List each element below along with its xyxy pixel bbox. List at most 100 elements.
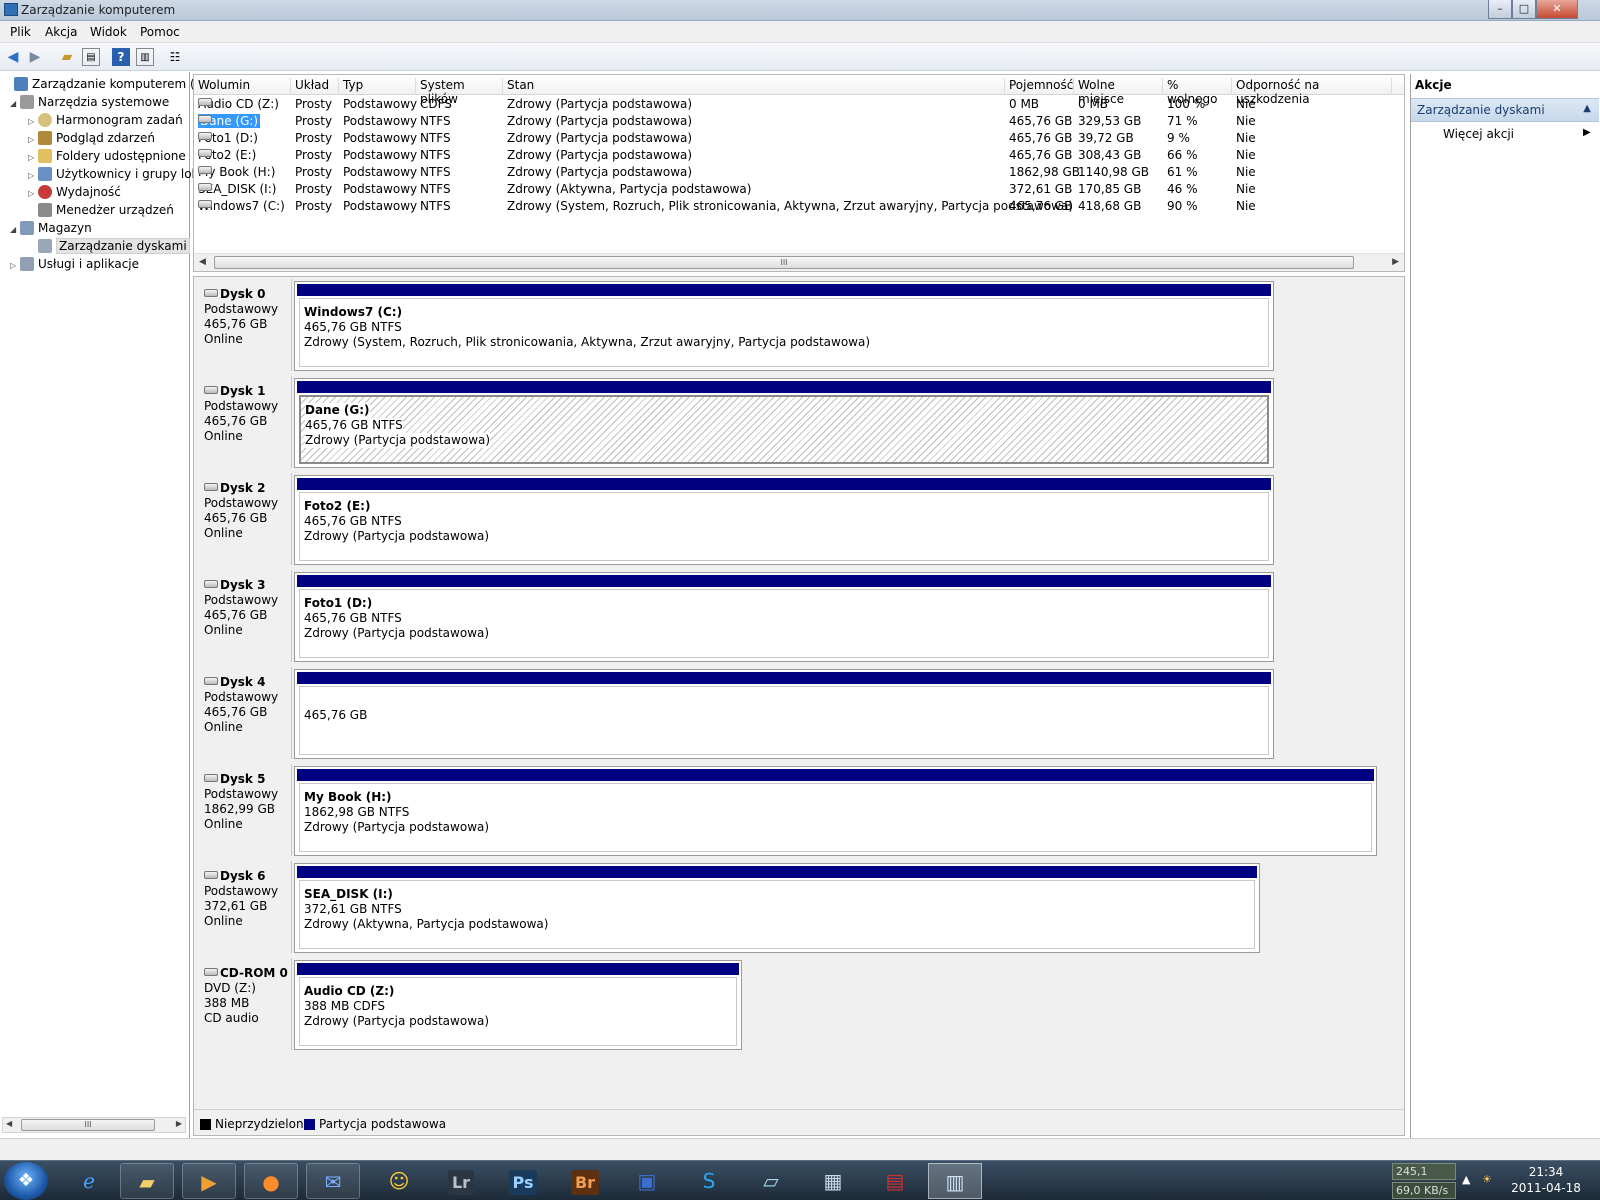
- tree-expander[interactable]: ▷: [28, 113, 38, 130]
- photoshop-icon[interactable]: Ps: [496, 1163, 550, 1199]
- notepad-icon[interactable]: ▱: [744, 1163, 798, 1199]
- volume-row[interactable]: SEA_DISK (I:) Prosty Podstawowy NTFS Zdrowy …: [194, 181, 1384, 198]
- partition-block[interactable]: Windows7 (C:) 465,76 GB NTFS Zdrowy (Syste…: [294, 281, 1274, 371]
- partition-block[interactable]: SEA_DISK (I:) 372,61 GB NTFS Zdrowy (Aktyw…: [294, 863, 1260, 953]
- minimize-button[interactable]: –: [1488, 0, 1512, 19]
- internet-explorer-icon[interactable]: ℯ: [62, 1163, 116, 1199]
- volume-row[interactable]: Windows7 (C:) Prosty Podstawowy NTFS Zdrowy …: [194, 198, 1384, 215]
- column-header-procent-wolnego[interactable]: % wolnego: [1163, 78, 1232, 106]
- column-header-typ[interactable]: Typ: [339, 78, 416, 95]
- volume-row[interactable]: Dane (G:) Prosty Podstawowy NTFS Zdrowy (Par…: [194, 113, 1384, 130]
- partition-block[interactable]: My Book (H:) 1862,98 GB NTFS Zdrowy (Party…: [294, 766, 1377, 856]
- forward-arrow-icon[interactable]: ▶: [26, 48, 44, 66]
- start-orb-icon[interactable]: ❖: [4, 1162, 48, 1200]
- firefox-icon[interactable]: ●: [244, 1163, 298, 1199]
- show-hidden-icons-icon[interactable]: ▲: [1462, 1173, 1470, 1186]
- partition-block[interactable]: Foto2 (E:) 465,76 GB NTFS Zdrowy (Partycja…: [294, 475, 1274, 565]
- column-header-wolne-miejsce[interactable]: Wolne miejsce: [1074, 78, 1163, 106]
- volume-row[interactable]: Foto1 (D:) Prosty Podstawowy NTFS Zdrowy (Pa…: [194, 130, 1384, 147]
- tree-item-performance[interactable]: ▷ Wydajność: [28, 184, 121, 201]
- actions-section-disk-management[interactable]: Zarządzanie dyskami ▲: [1411, 98, 1599, 122]
- volume-row[interactable]: Audio CD (Z:) Prosty Podstawowy CDFS Zdrowy …: [194, 96, 1384, 113]
- tree-item-services-apps[interactable]: ▷ Usługi i aplikacje: [10, 256, 139, 273]
- column-header-uklad[interactable]: Układ: [291, 78, 339, 95]
- menu-widok[interactable]: Widok: [90, 25, 127, 39]
- disk-label[interactable]: CD-ROM 0 DVD (Z:) 388 MB CD audio: [196, 958, 292, 1050]
- tree-horizontal-scrollbar[interactable]: ◀ III ▶: [2, 1117, 186, 1133]
- disk-label[interactable]: Dysk 5 Podstawowy 1862,99 GB Online: [196, 764, 292, 856]
- tree-item-shared-folders[interactable]: ▷ Foldery udostępnione: [28, 148, 186, 165]
- disk-label[interactable]: Dysk 0 Podstawowy 465,76 GB Online: [196, 279, 292, 371]
- tree-expander[interactable]: ▷: [10, 257, 20, 274]
- media-player-icon[interactable]: ▶: [182, 1163, 236, 1199]
- computer-management-icon[interactable]: ▥: [928, 1163, 982, 1199]
- tree-item-task-scheduler[interactable]: ▷ Harmonogram zadań: [28, 112, 183, 129]
- scroll-right-icon[interactable]: ▶: [1392, 257, 1399, 267]
- partition-block[interactable]: Dane (G:) 465,76 GB NTFS Zdrowy (Partycja …: [294, 378, 1274, 468]
- column-header-wolumin[interactable]: Wolumin: [194, 78, 291, 95]
- bridge-icon[interactable]: Br: [558, 1163, 612, 1199]
- volume-row[interactable]: Foto2 (E:) Prosty Podstawowy NTFS Zdrowy (Pa…: [194, 147, 1384, 164]
- show-hide-tree-icon[interactable]: ▤: [82, 48, 100, 66]
- volume-row[interactable]: My Book (H:) Prosty Podstawowy NTFS Zdrowy (…: [194, 164, 1384, 181]
- tree-item-root[interactable]: Zarządzanie komputerem (loka: [4, 76, 219, 93]
- column-header-system-plikow[interactable]: System plików: [416, 78, 503, 106]
- volume-cell: 465,76 GB: [1009, 199, 1073, 213]
- column-header-stan[interactable]: Stan: [503, 78, 1005, 95]
- skype-icon[interactable]: S: [682, 1163, 736, 1199]
- column-header-odpornosc[interactable]: Odporność na uszkodzenia: [1232, 78, 1392, 106]
- show-hide-action-pane-icon[interactable]: ▥: [136, 48, 154, 66]
- volume-list-horizontal-scrollbar[interactable]: ◀ III ▶: [194, 253, 1404, 271]
- properties-icon[interactable]: ☷: [166, 48, 184, 66]
- disk-label[interactable]: Dysk 4 Podstawowy 465,76 GB Online: [196, 667, 292, 759]
- scroll-right-icon[interactable]: ▶: [176, 1119, 182, 1128]
- column-header-pojemnosc[interactable]: Pojemność: [1005, 78, 1074, 95]
- menu-plik[interactable]: Plik: [10, 25, 31, 39]
- calculator-icon[interactable]: ▦: [806, 1163, 860, 1199]
- partition-block[interactable]: Audio CD (Z:) 388 MB CDFS Zdrowy (Partycja…: [294, 960, 742, 1050]
- partition-block[interactable]: Foto1 (D:) 465,76 GB NTFS Zdrowy (Partycja…: [294, 572, 1274, 662]
- volume-cell: Podstawowy: [343, 97, 418, 111]
- tree-item-users-groups[interactable]: ▷ Użytkownicy i grupy lok: [28, 166, 198, 183]
- explorer-icon[interactable]: ▰: [120, 1163, 174, 1199]
- tree-item-device-manager[interactable]: Menedżer urządzeń: [28, 202, 174, 219]
- tree-item-disk-management[interactable]: Zarządzanie dyskami: [28, 238, 190, 255]
- save-floppy-icon[interactable]: ▣: [620, 1163, 674, 1199]
- tree-expander[interactable]: ▷: [28, 131, 38, 148]
- collapse-up-icon[interactable]: ▲: [1583, 103, 1591, 114]
- tree-item-event-viewer[interactable]: ▷ Podgląd zdarzeń: [28, 130, 155, 147]
- tree-expander[interactable]: ▷: [28, 185, 38, 202]
- lightroom-icon[interactable]: Lr: [434, 1163, 488, 1199]
- weather-icon[interactable]: ☀: [1482, 1173, 1492, 1186]
- maximize-button[interactable]: □: [1512, 0, 1536, 19]
- disk-label[interactable]: Dysk 6 Podstawowy 372,61 GB Online: [196, 861, 292, 953]
- scroll-thumb[interactable]: III: [214, 256, 1354, 269]
- tree-item-storage[interactable]: ◢ Magazyn: [10, 220, 92, 237]
- tree-item-system-tools[interactable]: ◢ Narzędzia systemowe: [10, 94, 169, 111]
- disk-label[interactable]: Dysk 3 Podstawowy 465,76 GB Online: [196, 570, 292, 662]
- icq-icon[interactable]: ☺: [372, 1163, 426, 1199]
- tree-expander[interactable]: ◢: [10, 221, 20, 238]
- help-icon[interactable]: ?: [112, 48, 130, 66]
- tree-expander[interactable]: ◢: [10, 95, 20, 112]
- up-folder-icon[interactable]: ▰: [58, 48, 76, 66]
- disk-label[interactable]: Dysk 1 Podstawowy 465,76 GB Online: [196, 376, 292, 468]
- more-actions-item[interactable]: Więcej akcji ▶: [1443, 127, 1591, 141]
- clock[interactable]: 21:34 2011-04-18: [1508, 1164, 1584, 1196]
- thunderbird-icon[interactable]: ✉: [306, 1163, 360, 1199]
- partition-block[interactable]: 465,76 GB: [294, 669, 1274, 759]
- tree-expander[interactable]: ▷: [28, 149, 38, 166]
- menu-akcja[interactable]: Akcja: [45, 25, 77, 39]
- tree-expander[interactable]: ▷: [28, 167, 38, 184]
- disk-drive-icon: [198, 149, 212, 157]
- close-button[interactable]: ✕: [1536, 0, 1578, 19]
- winrar-icon[interactable]: ▤: [868, 1163, 922, 1199]
- back-arrow-icon[interactable]: ◀: [4, 48, 22, 66]
- scroll-left-icon[interactable]: ◀: [6, 1119, 12, 1128]
- scroll-thumb[interactable]: III: [21, 1119, 155, 1131]
- disk-label[interactable]: Dysk 2 Podstawowy 465,76 GB Online: [196, 473, 292, 565]
- menu-pomoc[interactable]: Pomoc: [140, 25, 180, 39]
- disk-type: Podstawowy: [204, 302, 279, 316]
- scroll-left-icon[interactable]: ◀: [199, 257, 206, 267]
- disk-drive-icon: [204, 677, 218, 685]
